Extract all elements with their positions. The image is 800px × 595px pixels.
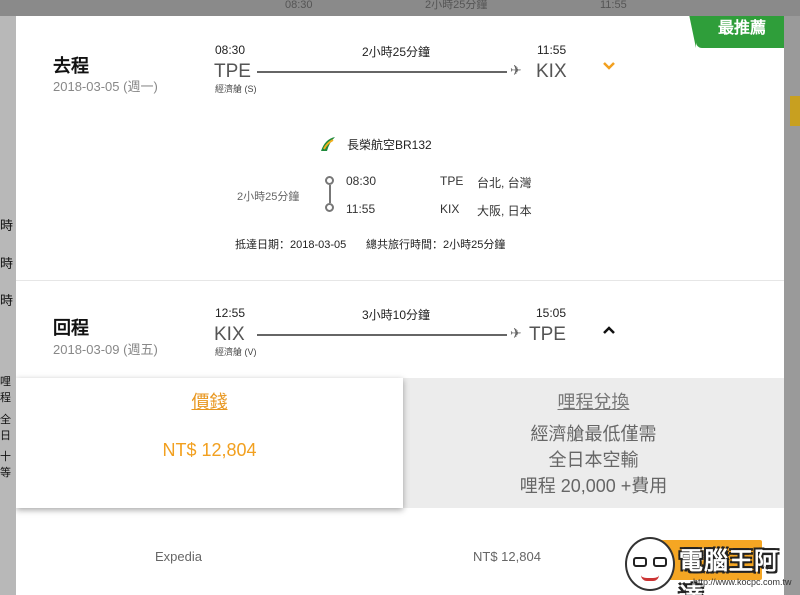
outbound-arrive-time: 11:55 [537,43,567,57]
plane-icon: ✈ [510,62,522,78]
price-tab-panel[interactable]: 價錢 NT$ 12,804 [16,378,403,508]
mileage-tab-panel[interactable]: 哩程兌換 經濟艙最低僅需 全日本空輸 哩程 20,000 +費用 [403,378,784,508]
price-value: NT$ 12,804 [162,440,257,460]
leg-divider [16,280,784,281]
return-arrive-time: 15:05 [536,306,567,320]
segment-destination-dot [325,203,334,212]
segment-depart-time: 08:30 [346,174,377,188]
price-tab[interactable]: 價錢 [16,388,403,414]
bg-left-item: 時 [0,256,14,271]
bg-left-item: 全日 [0,414,11,442]
outbound-to-code: KIX [536,61,567,82]
outbound-duration: 2小時25分鐘 [362,45,431,59]
arrival-date: 抵達日期：2018-03-05 [235,239,347,251]
return-route-line [257,334,507,336]
outbound-depart-time: 08:30 [215,43,246,57]
site-watermark: 電腦王阿達 http://www.kocpc.com.tw [621,533,800,595]
outbound-route-line [257,71,507,73]
return-from-code: KIX [214,324,245,345]
segment-line [329,185,331,203]
background-header: 08:30 2小時25分鐘 11:55 [0,0,800,16]
mileage-line-2: 全日本空輸 [548,450,639,470]
bg-depart-time: 08:30 [285,0,313,11]
segment-duration: 2小時25分鐘 [237,191,300,203]
return-to-code: TPE [529,324,566,345]
mascot-face-icon [625,537,675,591]
bg-left-item: 十等 [0,451,11,479]
airline-flight-number: 長榮航空BR132 [347,138,432,152]
bg-left-item: 哩程 [0,376,11,404]
return-label: 回程 [53,318,89,338]
chevron-down-icon[interactable] [602,58,616,74]
bg-arrive-time: 11:55 [600,0,627,11]
bg-left-item: 時 [0,218,14,233]
booking-provider: Expedia [155,549,202,564]
outbound-label: 去程 [53,56,89,76]
segment-arrive-time: 11:55 [346,202,376,216]
segment-depart-code: TPE [440,174,464,188]
bg-left-item: 時 [0,293,14,308]
background-right [784,16,800,595]
mileage-tab[interactable]: 哩程兌換 [403,388,784,414]
segment-arrive-code: KIX [440,202,460,216]
segment-origin-dot [325,176,334,185]
mileage-line-1: 經濟艙最低僅需 [530,424,657,444]
recommended-badge: 最推薦 [686,16,784,48]
watermark-url: http://www.kocpc.com.tw [693,577,792,587]
outbound-date: 2018-03-05 (週一) [53,79,158,94]
bg-duration: 2小時25分鐘 [425,0,488,11]
mileage-line-3: 哩程 20,000 +費用 [519,476,668,496]
booking-price: NT$ 12,804 [473,549,541,564]
total-travel-time: 總共旅行時間：2小時25分鐘 [366,239,506,251]
return-date: 2018-03-09 (週五) [53,342,158,357]
segment-depart-city: 台北, 台灣 [477,176,532,190]
plane-icon: ✈ [510,325,522,341]
eva-air-logo [319,135,337,153]
segment-arrive-city: 大阪, 日本 [477,204,532,218]
background-left: 時 時 時 哩程 全日 十等 [0,16,16,595]
chevron-up-icon[interactable] [602,322,616,338]
return-cabin: 經濟艙 (V) [215,347,257,357]
outbound-from-code: TPE [214,61,251,82]
outbound-cabin: 經濟艙 (S) [215,84,257,94]
return-depart-time: 12:55 [215,306,246,320]
flight-detail-modal: 最推薦 去程 2018-03-05 (週一) 08:30 2小時25分鐘 11:… [16,16,784,595]
return-duration: 3小時10分鐘 [362,308,431,322]
